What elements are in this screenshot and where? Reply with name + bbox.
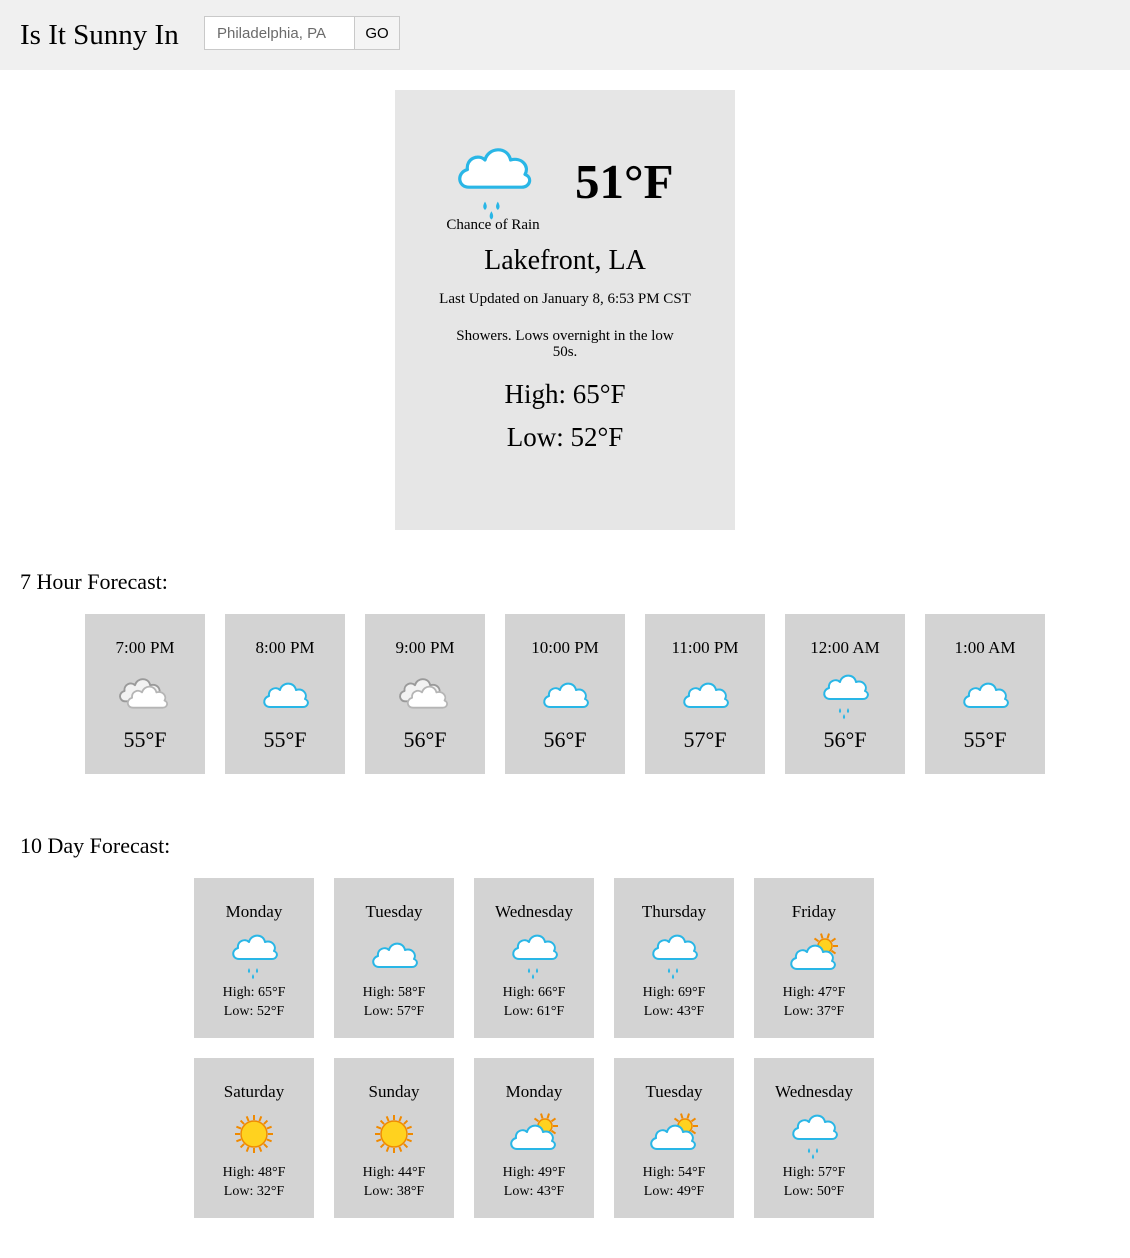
partly-cloudy-icon: [789, 932, 839, 972]
hourly-card: 1:00 AM 55°F: [925, 614, 1045, 774]
chance-rain-icon: [820, 672, 870, 720]
daily-card: Thursday High: 69°F Low: 43°F: [614, 878, 734, 1038]
app-title: Is It Sunny In: [20, 19, 179, 51]
hourly-card: 7:00 PM 55°F: [85, 614, 205, 774]
hourly-card: 9:00 PM 56°F: [365, 614, 485, 774]
day-high: High: 47°F: [782, 985, 846, 1000]
app-header: Is It Sunny In GO: [0, 0, 1130, 70]
hour-temperature: 55°F: [963, 727, 1007, 752]
day-high: High: 54°F: [642, 1165, 706, 1180]
hour-time: 7:00 PM: [115, 638, 175, 657]
current-location: Lakefront, LA: [484, 245, 646, 276]
hour-temperature: 56°F: [403, 727, 447, 752]
day-low: Low: 50°F: [783, 1184, 845, 1199]
daily-card: Sunday High: 44°F Low: 38°F: [334, 1058, 454, 1218]
hour-time: 10:00 PM: [531, 638, 599, 657]
hour-time: 8:00 PM: [255, 638, 315, 657]
current-conditions-card: 51°F Chance of Rain Lakefront, LA Last U…: [395, 90, 735, 530]
mostly-cloudy-icon: [540, 672, 590, 712]
current-temperature: 51°F: [575, 154, 674, 209]
current-condition: Chance of Rain: [446, 217, 540, 233]
day-high: High: 66°F: [502, 985, 566, 1000]
hour-time: 9:00 PM: [395, 638, 455, 657]
day-name: Tuesday: [645, 1082, 703, 1101]
chance-rain-icon: [229, 932, 279, 980]
city-search-input[interactable]: [204, 16, 355, 50]
day-high: High: 48°F: [222, 1165, 286, 1180]
hour-temperature: 56°F: [543, 727, 587, 752]
day-low: Low: 57°F: [363, 1004, 425, 1019]
hourly-card: 10:00 PM 56°F: [505, 614, 625, 774]
sunny-icon: [369, 1112, 419, 1153]
day-low: Low: 38°F: [363, 1184, 425, 1199]
forecast-summary: Showers. Lows overnight in the low 50s.: [456, 328, 674, 360]
sunny-icon: [229, 1112, 279, 1153]
day-name: Thursday: [641, 902, 707, 921]
day-high: High: 58°F: [362, 985, 426, 1000]
mostly-cloudy-icon: [680, 672, 730, 712]
day-name: Monday: [225, 902, 283, 921]
day-high: High: 69°F: [642, 985, 706, 1000]
day-low: Low: 61°F: [503, 1004, 565, 1019]
daily-card: Friday High: 47°F Low: 37°F: [754, 878, 874, 1038]
day-name: Friday: [791, 902, 837, 921]
day-name: Tuesday: [365, 902, 423, 921]
daily-card: Tuesday High: 58°F Low: 57°F: [334, 878, 454, 1038]
mostly-cloudy-icon: [960, 672, 1010, 712]
hour-time: 12:00 AM: [810, 638, 880, 657]
chance-rain-icon: [649, 932, 699, 980]
daily-card: Saturday High: 48°F Low: 32°F: [194, 1058, 314, 1218]
chance-rain-icon: [453, 144, 533, 220]
hourly-card: 12:00 AM 56°F: [785, 614, 905, 774]
day-name: Saturday: [223, 1082, 285, 1101]
chance-rain-icon: [789, 1112, 839, 1160]
day-name: Wednesday: [775, 1082, 853, 1101]
day-high: High: 44°F: [362, 1165, 426, 1180]
day-low: Low: 37°F: [783, 1004, 845, 1019]
hour-temperature: 55°F: [263, 727, 307, 752]
day-high: High: 57°F: [782, 1165, 846, 1180]
mostly-cloudy-icon: [260, 672, 310, 712]
hour-temperature: 57°F: [683, 727, 727, 752]
hour-time: 11:00 PM: [671, 638, 739, 657]
current-high: High: 65°F: [504, 379, 626, 409]
mostly-cloudy-icon: [369, 932, 419, 972]
go-button[interactable]: GO: [354, 16, 400, 50]
daily-card: Wednesday High: 66°F Low: 61°F: [474, 878, 594, 1038]
day-low: Low: 32°F: [223, 1184, 285, 1199]
hourly-card: 11:00 PM 57°F: [645, 614, 765, 774]
chance-rain-icon: [509, 932, 559, 980]
daily-card: Monday High: 49°F Low: 43°F: [474, 1058, 594, 1218]
cloudy-icon: [119, 672, 170, 712]
hourly-card: 8:00 PM 55°F: [225, 614, 345, 774]
daily-forecast-heading: 10 Day Forecast:: [20, 833, 171, 858]
day-low: Low: 49°F: [643, 1184, 705, 1199]
day-low: Low: 52°F: [223, 1004, 285, 1019]
day-name: Sunday: [368, 1082, 420, 1101]
partly-cloudy-icon: [649, 1112, 699, 1152]
daily-card: Wednesday High: 57°F Low: 50°F: [754, 1058, 874, 1218]
hourly-forecast-heading: 7 Hour Forecast:: [20, 569, 168, 594]
hour-temperature: 55°F: [123, 727, 167, 752]
partly-cloudy-icon: [509, 1112, 559, 1152]
hour-time: 1:00 AM: [954, 638, 1016, 657]
day-low: Low: 43°F: [503, 1184, 565, 1199]
day-high: High: 65°F: [222, 985, 286, 1000]
day-high: High: 49°F: [502, 1165, 566, 1180]
daily-card: Tuesday High: 54°F Low: 49°F: [614, 1058, 734, 1218]
last-updated: Last Updated on January 8, 6:53 PM CST: [439, 291, 691, 307]
day-name: Monday: [505, 1082, 563, 1101]
daily-card: Monday High: 65°F Low: 52°F: [194, 878, 314, 1038]
hour-temperature: 56°F: [823, 727, 867, 752]
current-low: Low: 52°F: [506, 422, 624, 452]
day-low: Low: 43°F: [643, 1004, 705, 1019]
day-name: Wednesday: [495, 902, 573, 921]
cloudy-icon: [399, 672, 450, 712]
